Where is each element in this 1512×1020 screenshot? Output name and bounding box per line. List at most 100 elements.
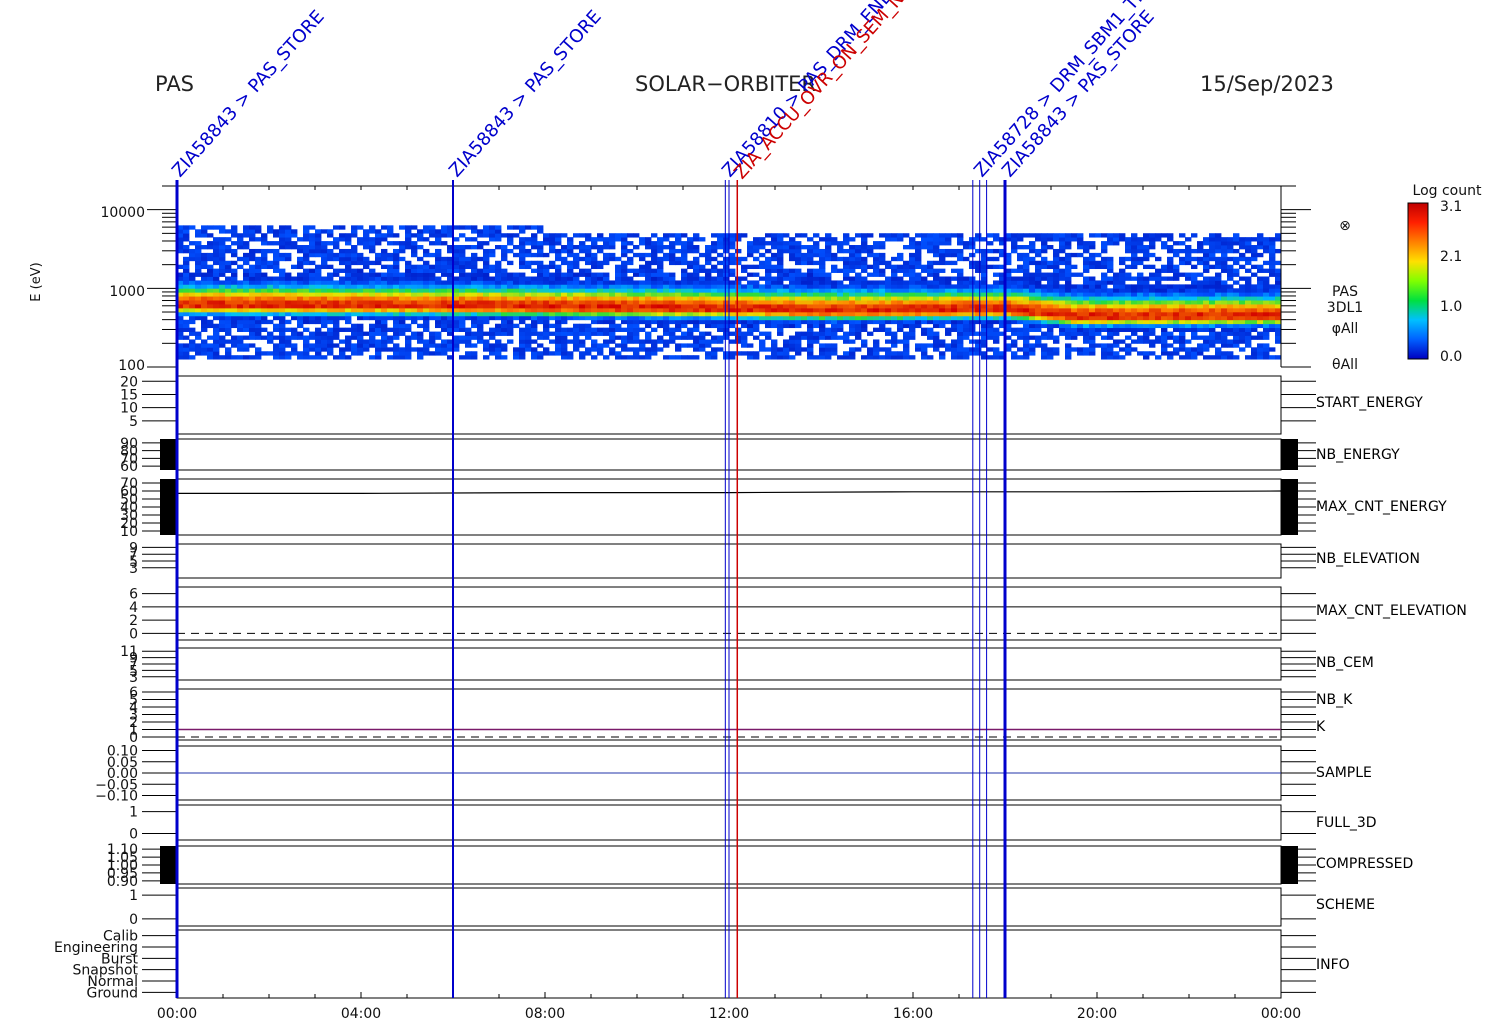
spectrogram-cell (897, 311, 904, 317)
spectrogram-cell (291, 304, 298, 309)
spectrogram-cell (801, 319, 808, 325)
spectrogram-cell (837, 296, 844, 301)
spectrogram-cell (255, 319, 262, 325)
spectrogram-cell (1215, 304, 1222, 309)
spectrogram-cell (747, 292, 754, 297)
spectrogram-cell (1257, 296, 1264, 301)
spectrogram-cell (489, 311, 496, 317)
spectrogram-cell (501, 355, 508, 360)
spectrogram-cell (303, 319, 310, 325)
spectrogram-cell (249, 225, 256, 230)
spectrogram-cell (627, 315, 634, 321)
spectrogram-cell (1185, 315, 1192, 321)
spectrogram-cell (237, 343, 244, 348)
spectrogram-cell (765, 307, 772, 313)
spectrogram-cell (1245, 343, 1252, 348)
spectrogram-cell (1071, 272, 1078, 277)
spectrogram-cell (657, 323, 664, 329)
spectrogram-cell (963, 284, 970, 289)
spectrogram-cell (585, 284, 592, 289)
spectrogram-cell (225, 288, 232, 293)
spectrogram-cell (567, 284, 574, 289)
spectrogram-cell (789, 311, 796, 317)
spectrogram-cell (687, 245, 694, 250)
spectrogram-cell (651, 248, 658, 254)
spectrogram-cell (309, 233, 316, 238)
spectrogram-cell (267, 335, 274, 340)
spectrogram-cell (945, 296, 952, 301)
spectrogram-cell (711, 304, 718, 309)
spectrogram-cell (789, 323, 796, 329)
spectrogram-cell (777, 292, 784, 297)
spectrogram-cell (921, 319, 928, 325)
spectrogram-cell (399, 347, 406, 352)
spectrogram-cell (933, 343, 940, 348)
spectrogram-cell (1233, 355, 1240, 360)
spectrogram-cell (1041, 323, 1048, 329)
spectrogram-cell (1275, 319, 1282, 325)
spectrogram-cell (1041, 241, 1048, 246)
spectrogram-cell (261, 272, 268, 277)
spectrogram-cell (657, 296, 664, 301)
spectrogram-cell (483, 304, 490, 309)
spectrogram-cell (1275, 248, 1282, 254)
spectrogram-cell (279, 315, 286, 321)
spectrogram-cell (189, 280, 196, 285)
spectrogram-cell (405, 311, 412, 317)
spectrogram-cell (561, 245, 568, 250)
spectrogram-cell (789, 284, 796, 289)
spectrogram-cell (303, 335, 310, 340)
spectrogram-cell (1083, 284, 1090, 289)
spectrogram-cell (801, 260, 808, 266)
spectrogram-cell (993, 307, 1000, 313)
spectrogram-cell (255, 351, 262, 356)
spectrogram-cell (207, 355, 214, 360)
spectrogram-cell (1185, 351, 1192, 356)
spectrogram-cell (711, 264, 718, 270)
spectrogram-cell (1143, 331, 1150, 336)
spectrogram-cell (807, 292, 814, 297)
spectrogram-cell (1167, 237, 1174, 242)
spectrogram-cell (381, 280, 388, 285)
spectrogram-cell (471, 237, 478, 242)
spectrogram-cell (1101, 307, 1108, 313)
spectrogram-cell (477, 304, 484, 309)
spectrogram-cell (381, 323, 388, 329)
spectrogram-cell (633, 355, 640, 360)
spectrogram-cell (321, 252, 328, 258)
spectrogram-cell (675, 335, 682, 340)
spectrogram-cell (837, 304, 844, 309)
spectrogram-cell (747, 343, 754, 348)
spectrogram-cell (375, 304, 382, 309)
spectrogram-cell (531, 284, 538, 289)
spectrogram-cell (1203, 355, 1210, 360)
spectrogram-cell (987, 355, 994, 360)
spectrogram-cell (1155, 304, 1162, 309)
spectrogram-cell (543, 304, 550, 309)
spectrogram-cell (501, 276, 508, 281)
spectrogram-cell (399, 256, 406, 262)
spectrogram-cell (681, 288, 688, 293)
spectrogram-cell (543, 300, 550, 305)
spectrogram-cell (393, 311, 400, 317)
spectrogram-cell (813, 300, 820, 305)
spectrogram-cell (537, 343, 544, 348)
spectrogram-cell (1227, 327, 1234, 332)
spectrogram-cell (807, 355, 814, 360)
spectrogram-cell (771, 288, 778, 293)
spectrogram-cell (261, 315, 268, 321)
spectrogram-cell (201, 323, 208, 329)
spectrogram-cell (1179, 272, 1186, 277)
spectrogram-cell (597, 307, 604, 313)
spectrogram-cell (201, 304, 208, 309)
spectrogram-cell (183, 304, 190, 309)
spectrogram-cell (417, 347, 424, 352)
spectrogram-cell (303, 307, 310, 313)
spectrogram-cell (261, 300, 268, 305)
spectrogram-cell (1149, 292, 1156, 297)
spectrogram-cell (381, 327, 388, 332)
spectrogram-cell (459, 296, 466, 301)
spectrogram-cell (195, 252, 202, 258)
spectrogram-cell (585, 347, 592, 352)
spectrogram-cell (249, 327, 256, 332)
